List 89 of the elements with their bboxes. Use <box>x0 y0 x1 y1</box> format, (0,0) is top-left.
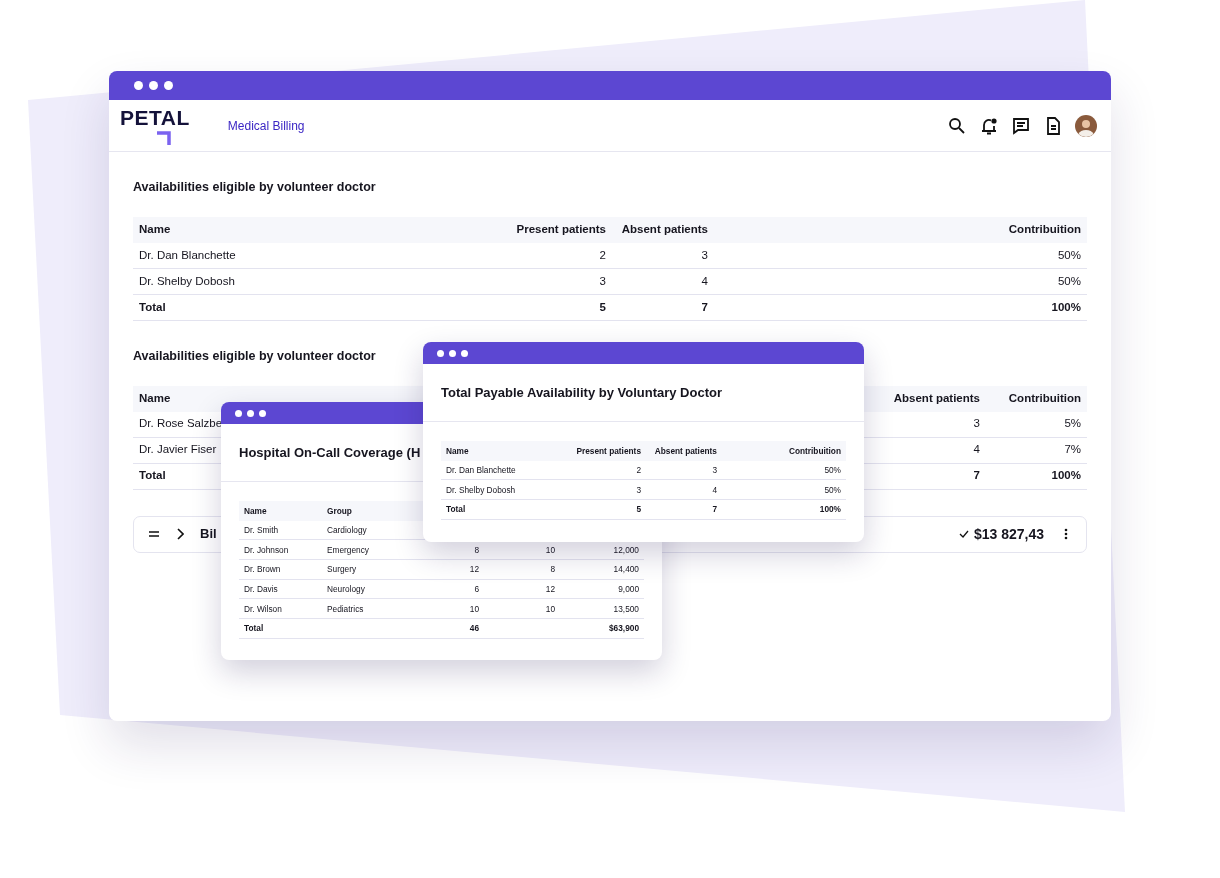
table-cell: 2 <box>473 242 612 269</box>
table-cell: 5% <box>986 411 1087 438</box>
table-cell: Emergency <box>322 540 420 561</box>
avatar[interactable] <box>1075 114 1097 137</box>
window-dot <box>247 409 254 417</box>
column-header: Present patients <box>566 441 646 461</box>
window-dot <box>149 81 158 90</box>
billing-amount: $13 827,43 <box>973 524 1044 544</box>
table-cell: Dr. Dan Blanchette <box>441 460 566 481</box>
column-header: Absent patients <box>646 441 722 461</box>
column-header: Contribuition <box>722 441 846 461</box>
total-cell: $63,900 <box>560 619 644 639</box>
check-icon <box>958 530 969 538</box>
total-cell: Total <box>239 619 322 639</box>
table-cell: 4 <box>646 480 722 501</box>
billing-label: Bil <box>200 525 217 544</box>
table-cell: Dr. Johnson <box>239 540 322 561</box>
table-cell: 4 <box>612 268 714 295</box>
table-cell: 50% <box>714 268 1087 295</box>
total-cell: 5 <box>473 294 612 321</box>
total-cell: 7 <box>646 500 722 520</box>
window-dot <box>449 349 456 357</box>
popup-title: Total Payable Availability by Voluntary Doctor <box>423 364 864 422</box>
table-cell: Dr. Shelby Dobosh <box>441 480 566 501</box>
logo-mark-icon <box>157 130 171 145</box>
logo-text: PETAL <box>120 106 190 128</box>
window-dot <box>235 409 242 417</box>
table-cell: 50% <box>722 460 846 481</box>
window-dot <box>437 349 444 357</box>
table-cell: Dr. Wilson <box>239 599 322 620</box>
column-header: Name <box>133 216 473 243</box>
total-cell: 100% <box>986 463 1087 490</box>
table-cell: 50% <box>722 480 846 501</box>
window-dot <box>259 409 266 417</box>
column-header: Present patients <box>473 216 612 243</box>
total-cell: 46 <box>420 619 484 639</box>
table-cell: 3 <box>876 411 986 438</box>
nav-link[interactable]: Medical Billing <box>227 116 305 135</box>
more-icon[interactable] <box>1064 528 1068 540</box>
table-cell: Pediatrics <box>322 599 420 620</box>
table-cell: Dr. Smith <box>239 520 322 541</box>
total-cell: 100% <box>722 500 846 520</box>
chevron-right-icon[interactable] <box>176 528 184 540</box>
total-cell: 7 <box>612 294 714 321</box>
table-cell: 10 <box>420 599 484 620</box>
total-cell: 5 <box>566 500 646 520</box>
table-cell: 3 <box>646 460 722 481</box>
table-cell: 4 <box>876 437 986 464</box>
table-cell: 13,500 <box>560 599 644 620</box>
table-cell: Dr. Shelby Dobosh <box>133 268 473 295</box>
table-cell: 3 <box>473 268 612 295</box>
table-cell: 9,000 <box>560 579 644 600</box>
column-header: Name <box>441 441 566 461</box>
table-cell: 10 <box>484 599 560 620</box>
column-header: Absent patients <box>876 385 986 412</box>
total-cell: 7 <box>876 463 986 490</box>
section-title: Availabilities eligible by volunteer doctor <box>133 347 376 365</box>
drag-handle-icon[interactable] <box>148 530 160 538</box>
column-header: Name <box>239 501 322 521</box>
window-dot <box>164 81 173 90</box>
column-header: Contribuition <box>986 385 1087 412</box>
window-dot <box>461 349 468 357</box>
section-title: Availabilities eligible by volunteer doctor <box>133 179 376 196</box>
table-cell: Neurology <box>322 579 420 600</box>
table-cell: 3 <box>612 242 714 269</box>
table-cell: Cardiology <box>322 520 420 541</box>
table-cell: Dr. Davis <box>239 579 322 600</box>
column-header: Contribuition <box>714 216 1087 243</box>
table-cell: 2 <box>566 460 646 481</box>
total-cell: Total <box>441 500 566 520</box>
total-cell: Total <box>133 294 473 321</box>
column-header: Absent patients <box>612 216 714 243</box>
bell-icon[interactable] <box>979 115 999 136</box>
table-cell: 6 <box>420 579 484 600</box>
table-cell: 3 <box>566 480 646 501</box>
total-cell: 100% <box>714 294 1087 321</box>
message-icon[interactable] <box>1011 115 1031 136</box>
search-icon[interactable] <box>947 115 967 136</box>
column-header: Group <box>322 501 420 521</box>
table-cell: 14,400 <box>560 560 644 580</box>
table-cell: 7% <box>986 437 1087 464</box>
table-cell: 50% <box>714 242 1087 269</box>
table-cell: Dr. Dan Blanchette <box>133 242 473 269</box>
table-cell: 8 <box>484 560 560 580</box>
table-cell: Surgery <box>322 560 420 580</box>
table-cell: Dr. Brown <box>239 560 322 580</box>
table-cell: 12 <box>484 579 560 600</box>
table-cell: 12 <box>420 560 484 580</box>
window-dot <box>134 81 143 90</box>
